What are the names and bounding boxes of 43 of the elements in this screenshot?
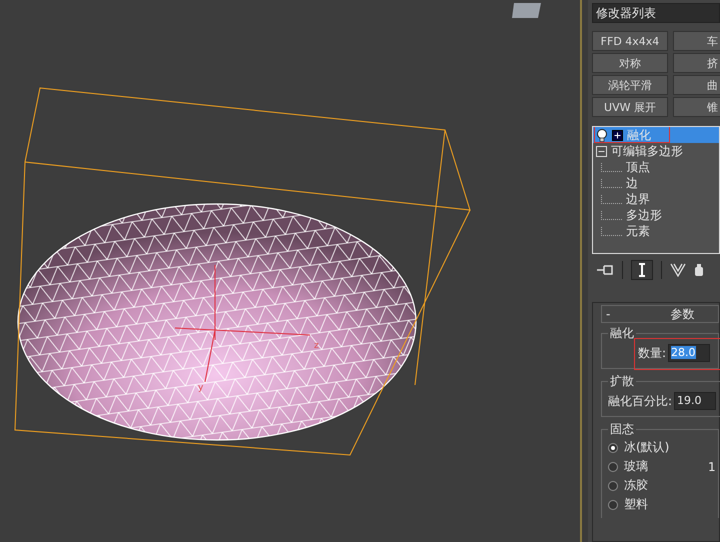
sub-object-item[interactable]: 边界 bbox=[626, 191, 650, 207]
modifier-button[interactable]: 涡轮平滑 bbox=[592, 75, 668, 95]
group-label: 融化 bbox=[609, 325, 635, 342]
group-label: 固态 bbox=[609, 421, 635, 438]
radio-label[interactable]: 冻胶 bbox=[624, 477, 648, 494]
radio-button[interactable] bbox=[608, 462, 618, 472]
show-end-result-button[interactable] bbox=[631, 260, 653, 280]
percent-field[interactable]: 19.0 bbox=[674, 392, 716, 410]
stack-item[interactable]: 可编辑多边形 bbox=[611, 143, 683, 159]
group-label: 扩散 bbox=[609, 373, 635, 390]
radio-label[interactable]: 玻璃 bbox=[624, 458, 648, 475]
field-label: 数量: bbox=[638, 344, 666, 362]
panel-splitter[interactable] bbox=[580, 0, 588, 542]
axis-label: z bbox=[314, 341, 319, 351]
expand-toggle-icon[interactable] bbox=[612, 130, 623, 140]
sub-object-item[interactable]: 多边形 bbox=[626, 207, 662, 223]
collapse-sign[interactable]: - bbox=[606, 307, 610, 321]
pin-icon[interactable] bbox=[596, 263, 614, 277]
modifier-button[interactable]: 曲 bbox=[673, 75, 720, 95]
modifier-button[interactable]: 锥 bbox=[673, 97, 720, 117]
radio-button[interactable] bbox=[608, 480, 618, 490]
modifier-button[interactable]: UVW 展开 bbox=[592, 97, 668, 117]
sub-object-item[interactable]: 边 bbox=[626, 175, 638, 191]
lightbulb-icon[interactable] bbox=[596, 128, 608, 142]
radio-button[interactable] bbox=[608, 500, 618, 510]
modifier-button[interactable]: 对称 bbox=[592, 53, 668, 73]
modifier-list-dropdown[interactable]: 修改器列表 bbox=[592, 3, 720, 23]
axis-label: y bbox=[198, 383, 204, 393]
sub-object-item[interactable]: 元素 bbox=[626, 223, 650, 239]
radio-label[interactable]: 塑料 bbox=[624, 496, 648, 513]
rollout-title: 参数 bbox=[670, 306, 694, 322]
view-cube-icon[interactable] bbox=[512, 3, 541, 18]
radio-label[interactable]: 冰(默认) bbox=[624, 439, 670, 456]
rollout-header[interactable]: - 参数 bbox=[601, 305, 719, 323]
amount-field[interactable]: 28.0 bbox=[668, 344, 710, 362]
sub-object-item[interactable]: 顶点 bbox=[626, 159, 650, 175]
value-text: 1 bbox=[708, 460, 716, 474]
modifier-button[interactable]: FFD 4x4x4 bbox=[592, 31, 668, 51]
modifier-button[interactable]: 挤 bbox=[673, 53, 720, 73]
field-label: 融化百分比: bbox=[608, 392, 672, 410]
modifier-button[interactable]: 车 bbox=[673, 31, 720, 51]
radio-button[interactable] bbox=[608, 442, 618, 452]
i-beam-icon bbox=[638, 263, 646, 277]
